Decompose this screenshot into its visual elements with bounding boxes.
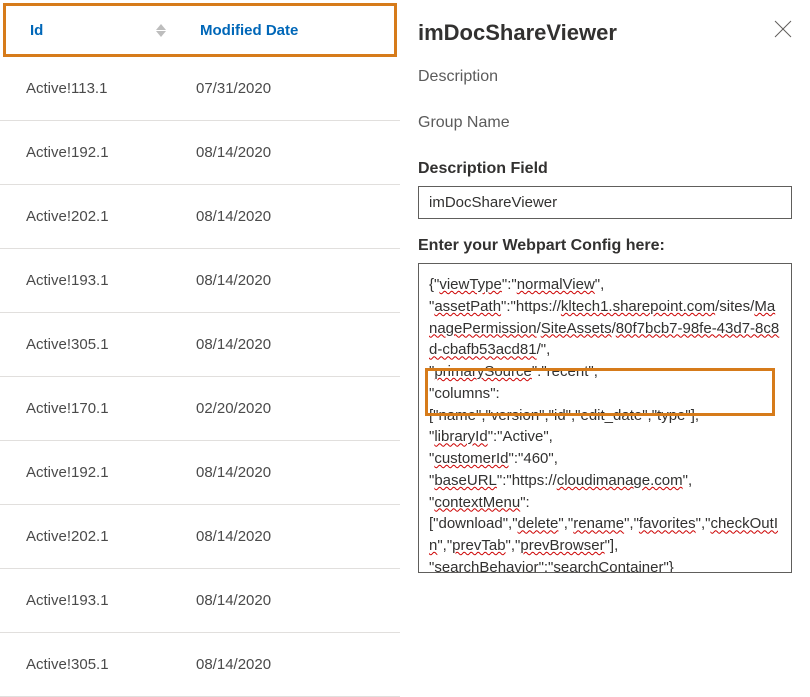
description-field-label: Description Field (418, 160, 792, 178)
description-field-input[interactable] (418, 186, 792, 219)
cell-date: 08/14/2020 (196, 592, 400, 609)
panel-title: imDocShareViewer (418, 20, 792, 46)
cell-id: Active!113.1 (26, 80, 196, 97)
table-row[interactable]: Active!193.108/14/2020 (0, 249, 400, 313)
table-row[interactable]: Active!202.108/14/2020 (0, 505, 400, 569)
table-row[interactable]: Active!113.107/31/2020 (0, 57, 400, 121)
cell-date: 02/20/2020 (196, 400, 400, 417)
document-table: Id Modified Date Active!113.107/31/2020A… (0, 0, 400, 659)
sort-icon[interactable] (156, 24, 166, 37)
cell-id: Active!305.1 (26, 336, 196, 353)
cell-id: Active!202.1 (26, 208, 196, 225)
cell-id: Active!193.1 (26, 592, 196, 609)
cell-id: Active!170.1 (26, 400, 196, 417)
column-header-modified[interactable]: Modified Date (176, 22, 394, 39)
cell-date: 08/14/2020 (196, 464, 400, 481)
group-name-label: Group Name (418, 114, 792, 132)
cell-id: Active!192.1 (26, 464, 196, 481)
config-label: Enter your Webpart Config here: (418, 237, 792, 255)
cell-date: 08/14/2020 (196, 144, 400, 161)
close-icon[interactable] (774, 20, 792, 41)
cell-id: Active!193.1 (26, 272, 196, 289)
table-header-row: Id Modified Date (3, 3, 397, 57)
webpart-config-textarea[interactable]: {"viewType":"normalView", "assetPath":"h… (418, 263, 792, 573)
column-header-id-label: Id (30, 22, 43, 39)
column-header-id[interactable]: Id (6, 22, 176, 39)
description-label: Description (418, 68, 792, 86)
properties-panel: imDocShareViewer Description Group Name … (400, 0, 810, 659)
table-row[interactable]: Active!305.108/14/2020 (0, 313, 400, 377)
cell-date: 08/14/2020 (196, 208, 400, 225)
config-text: {"viewType":"normalView", "assetPath":"h… (429, 274, 781, 573)
table-row[interactable]: Active!192.108/14/2020 (0, 121, 400, 185)
table-body: Active!113.107/31/2020Active!192.108/14/… (0, 57, 400, 697)
table-row[interactable]: Active!193.108/14/2020 (0, 569, 400, 633)
cell-id: Active!192.1 (26, 144, 196, 161)
table-row[interactable]: Active!202.108/14/2020 (0, 185, 400, 249)
table-row[interactable]: Active!305.108/14/2020 (0, 633, 400, 697)
cell-id: Active!202.1 (26, 528, 196, 545)
cell-date: 08/14/2020 (196, 272, 400, 289)
cell-date: 08/14/2020 (196, 336, 400, 353)
cell-date: 07/31/2020 (196, 80, 400, 97)
cell-date: 08/14/2020 (196, 528, 400, 545)
table-row[interactable]: Active!192.108/14/2020 (0, 441, 400, 505)
table-row[interactable]: Active!170.102/20/2020 (0, 377, 400, 441)
column-header-modified-label: Modified Date (200, 22, 298, 39)
